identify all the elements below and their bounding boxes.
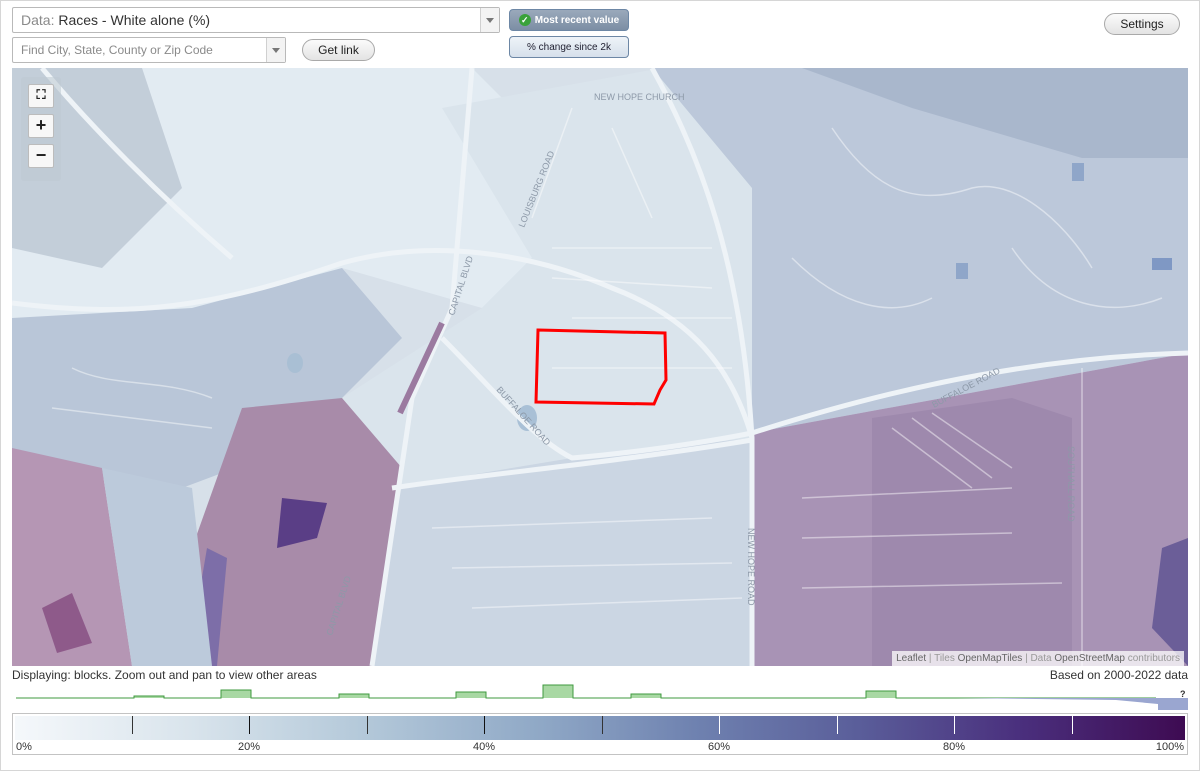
legend-tick (1072, 716, 1073, 734)
location-search-input[interactable]: Find City, State, County or Zip Code (12, 37, 286, 63)
legend-tick (954, 716, 955, 734)
most-recent-value-toggle[interactable]: ✓ Most recent value (509, 9, 629, 31)
settings-button[interactable]: Settings (1104, 13, 1180, 35)
histogram-tail (956, 698, 1188, 710)
legend-label: 80% (943, 741, 966, 753)
legend-label: 60% (708, 741, 731, 753)
zoom-controls: ⛶ + − (21, 77, 61, 181)
road-label: NEW HOPE CHURCH (594, 92, 685, 102)
road-label: SOUTHALL ROAD (1066, 446, 1076, 522)
map-attribution: Leaflet | Tiles OpenMapTiles | Data Open… (892, 651, 1184, 666)
choropleth-map[interactable]: NEW HOPE CHURCH LOUISBURG ROAD CAPITAL B… (12, 68, 1188, 666)
checkmark-icon: ✓ (518, 14, 531, 26)
attribution-text: contributors (1127, 653, 1180, 664)
color-legend: 0% 20% 40% 60% 80% 100% (12, 713, 1188, 755)
legend-tick (602, 716, 603, 734)
legend-gradient (15, 716, 1185, 740)
legend-tick (837, 716, 838, 734)
data-range-note: Based on 2000-2022 data (1049, 668, 1188, 682)
histogram-bars (16, 684, 1156, 699)
openmaptiles-link[interactable]: OpenMapTiles (958, 653, 1023, 664)
legend-tick (132, 716, 133, 734)
openstreetmap-link[interactable]: OpenStreetMap (1054, 653, 1125, 664)
legend-label: 20% (238, 741, 261, 753)
block-region (872, 398, 1072, 666)
legend-tick (719, 716, 720, 734)
attribution-text: Tiles (934, 653, 955, 664)
data-select-value: Races - White alone (%) (58, 12, 211, 28)
most-recent-label: Most recent value (534, 14, 620, 26)
leaflet-link[interactable]: Leaflet (896, 653, 926, 664)
legend-tick (367, 716, 368, 734)
pond (1152, 258, 1172, 270)
legend-tick (249, 716, 250, 734)
attribution-text: Data (1030, 653, 1052, 664)
legend-label: 40% (473, 741, 496, 753)
value-histogram: ? (16, 684, 1188, 710)
data-select[interactable]: Data: Races - White alone (%) (12, 7, 500, 33)
pond (956, 263, 968, 279)
data-select-label: Data: (21, 12, 55, 28)
search-placeholder: Find City, State, County or Zip Code (21, 43, 213, 57)
legend-tick (484, 716, 485, 734)
chevron-down-icon[interactable] (480, 8, 499, 32)
get-link-button[interactable]: Get link (302, 39, 375, 61)
displaying-status: Displaying: blocks. Zoom out and pan to … (12, 668, 317, 682)
legend-label: 100% (1155, 741, 1184, 753)
fullscreen-icon[interactable]: ⛶ (28, 84, 54, 108)
chevron-down-icon[interactable] (266, 38, 285, 62)
percent-change-toggle[interactable]: % change since 2k (509, 36, 629, 58)
map-canvas[interactable]: NEW HOPE CHURCH LOUISBURG ROAD CAPITAL B… (12, 68, 1188, 666)
legend-label: 0% (16, 741, 32, 753)
zoom-out-button[interactable]: − (28, 144, 54, 168)
road-label: NEW HOPE ROAD (746, 528, 756, 606)
pond (287, 353, 303, 373)
pond (1072, 163, 1084, 181)
zoom-in-button[interactable]: + (28, 114, 54, 138)
histogram-marker: ? (1180, 689, 1186, 699)
